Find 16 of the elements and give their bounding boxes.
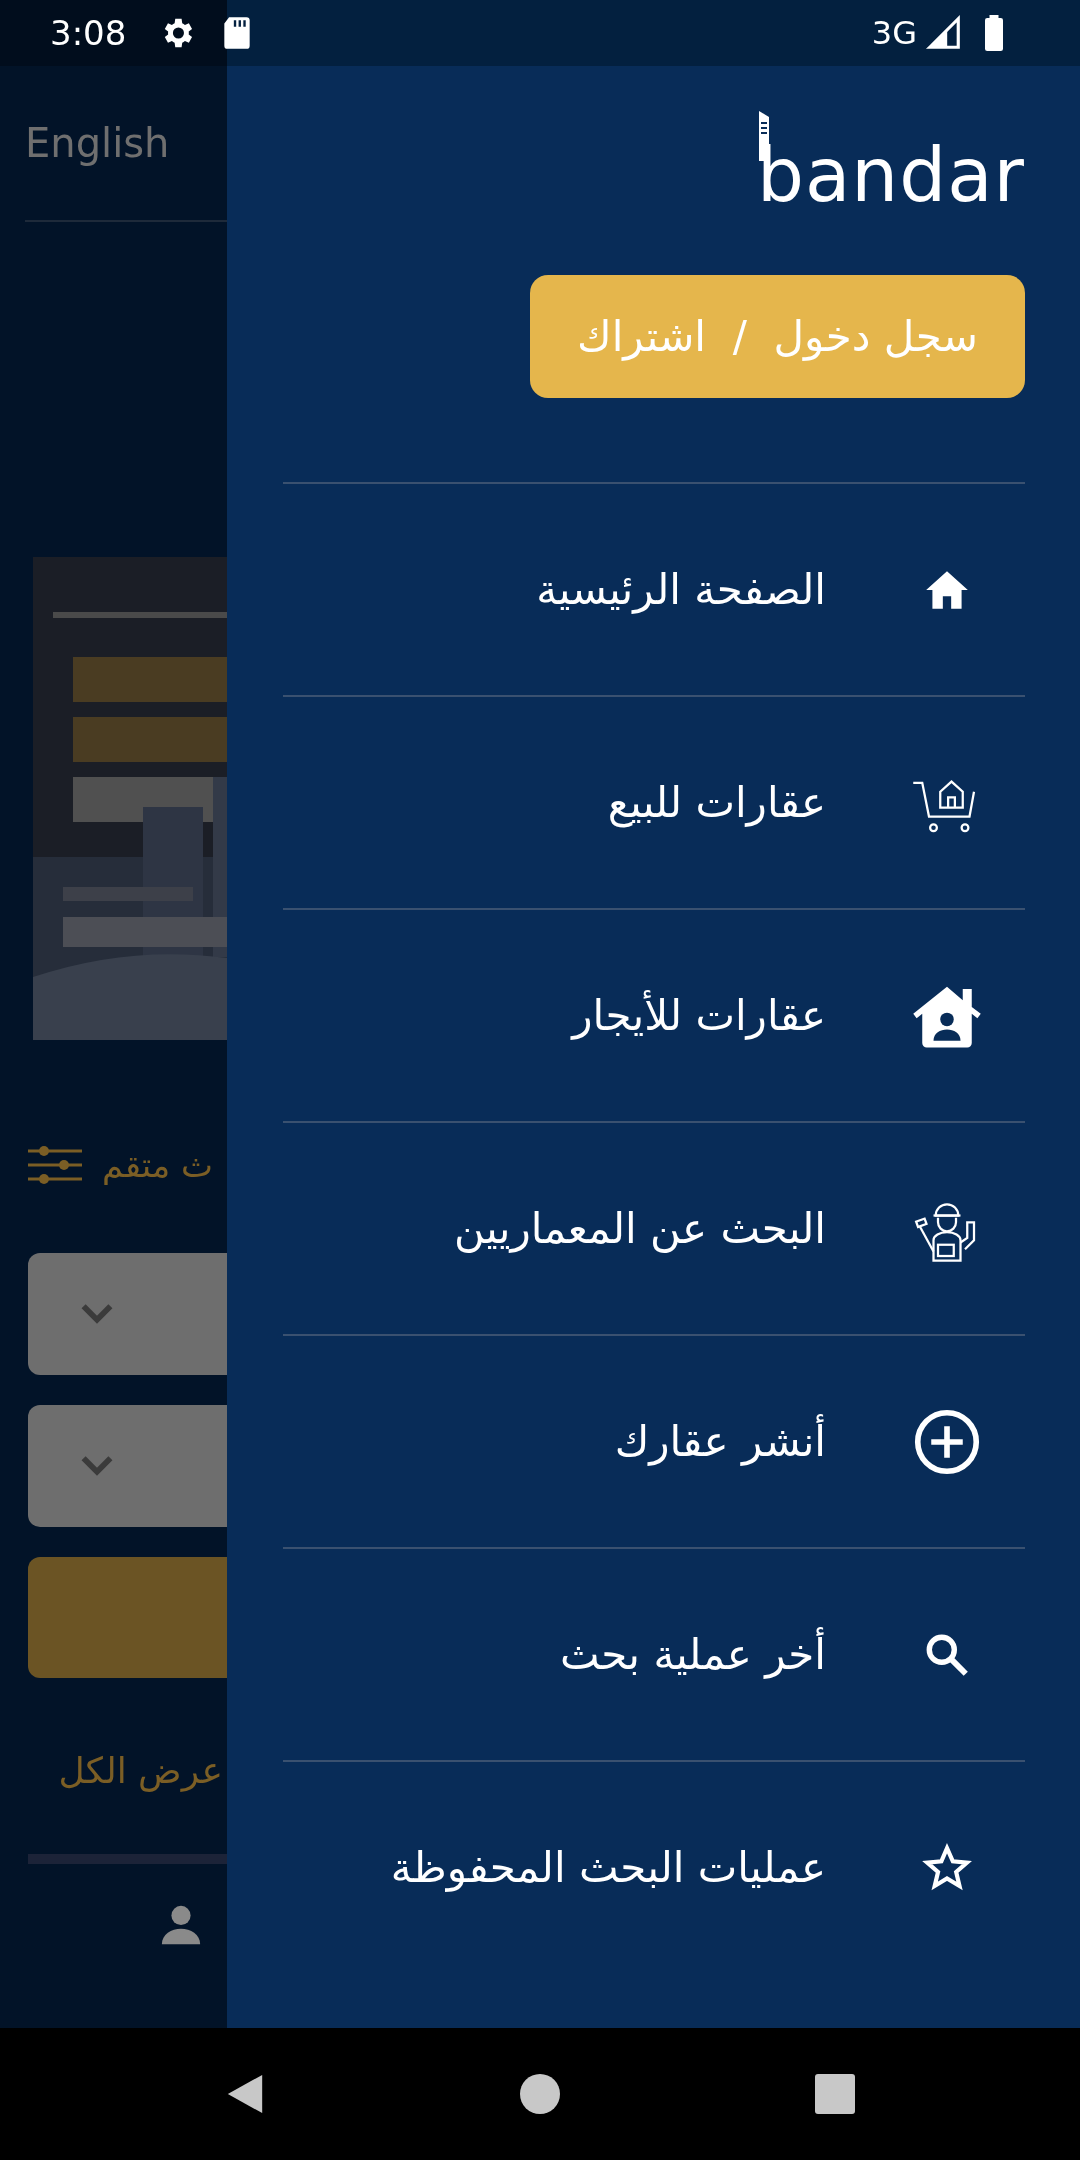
menu-item[interactable]: أنشر عقارك <box>283 1334 1025 1547</box>
menu-item[interactable]: الصفحة الرئيسية <box>283 482 1025 695</box>
status-time: 3:08 <box>50 13 127 53</box>
menu-item[interactable]: عقارات للأيجار <box>283 908 1025 1121</box>
home-icon[interactable] <box>520 2073 560 2115</box>
menu-item[interactable]: عقارات للبيع <box>283 695 1025 908</box>
battery-icon <box>983 15 1005 51</box>
signal-icon <box>925 14 963 52</box>
filter-icon[interactable] <box>28 1145 82 1185</box>
menu-item[interactable]: أخر عملية بحث <box>283 1547 1025 1760</box>
network-type: 3G <box>871 14 917 52</box>
recents-icon[interactable] <box>815 2073 855 2115</box>
logo: bandar <box>757 110 1025 212</box>
menu-item[interactable]: البحث عن المعماريين <box>283 1121 1025 1334</box>
menu-item[interactable]: عمليات البحث المحفوظة <box>283 1760 1025 1973</box>
star-icon <box>922 1842 972 1893</box>
